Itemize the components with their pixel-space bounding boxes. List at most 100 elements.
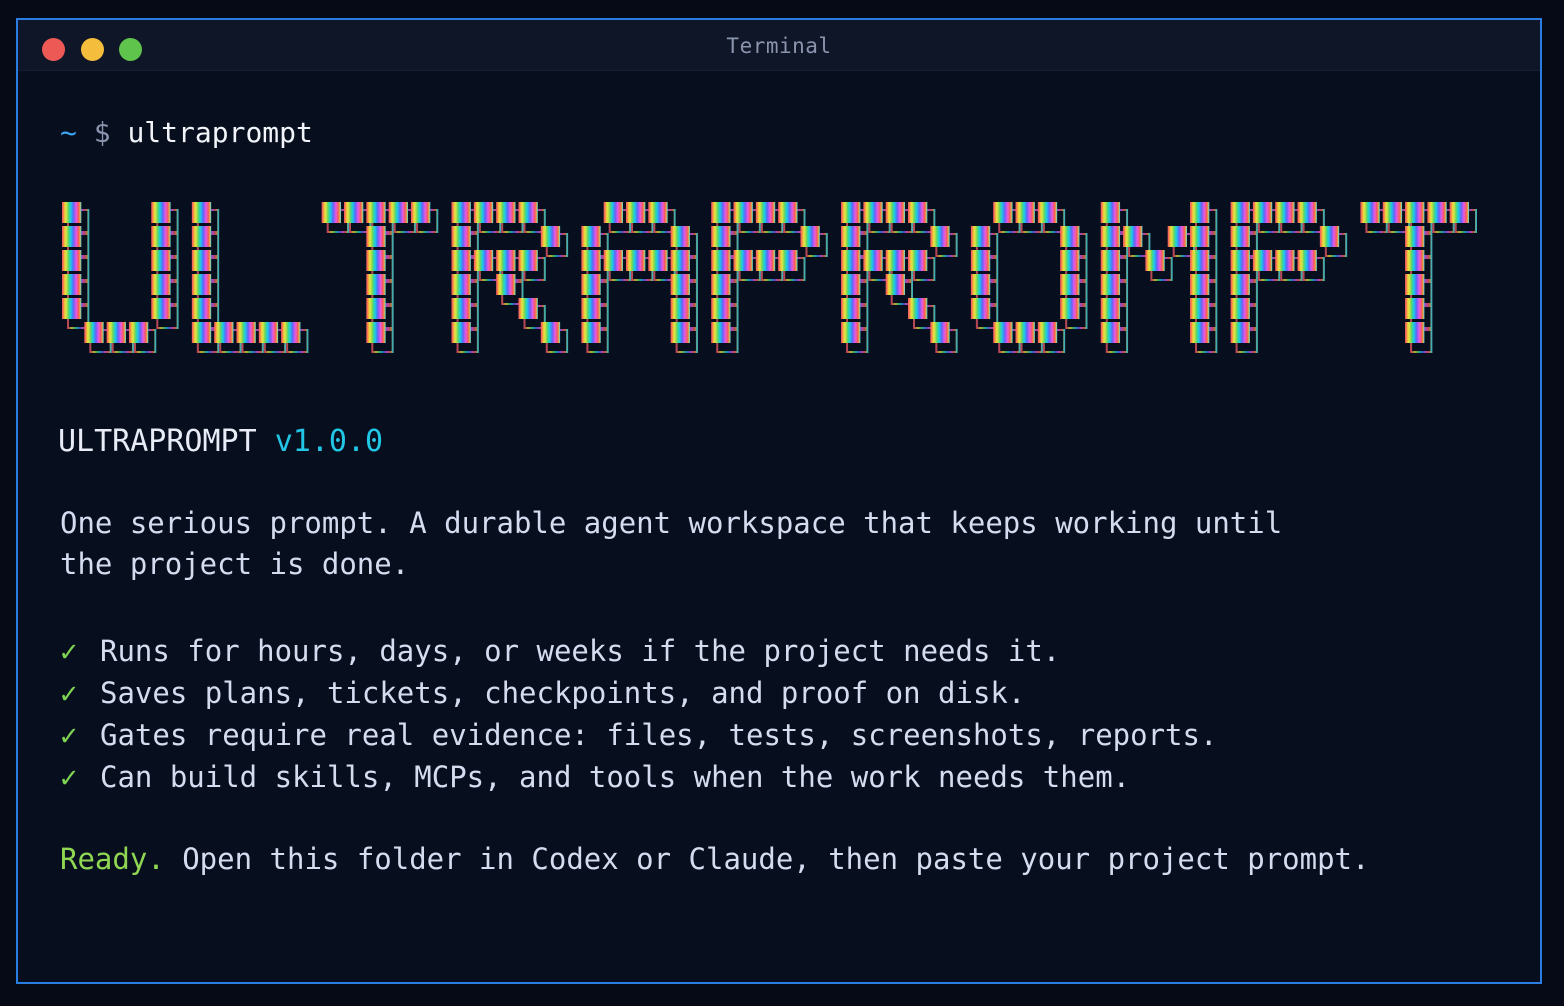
banner-block	[648, 202, 668, 223]
banner-block	[1060, 250, 1080, 271]
banner-block	[540, 322, 561, 343]
banner-block	[191, 298, 212, 319]
banner-block	[1190, 274, 1210, 295]
checkmark-icon: ✓	[60, 718, 78, 752]
banner-block	[626, 202, 646, 223]
banner-block	[733, 250, 753, 271]
version-line: ULTRAPROMPT v1.0.0	[58, 424, 383, 459]
banner-block	[191, 274, 212, 295]
feature-checklist: ✓ Runs for hours, days, or weeks if the p…	[60, 630, 1217, 798]
prompt-dollar: $	[93, 116, 111, 149]
banner-block	[670, 250, 690, 271]
banner-block	[151, 226, 171, 247]
banner-block	[1190, 298, 1210, 319]
banner-block	[670, 226, 690, 247]
check-item: ✓ Can build skills, MCPs, and tools when …	[60, 756, 1217, 798]
banner-block	[410, 202, 431, 223]
banner-block	[258, 322, 279, 343]
banner-block	[1275, 250, 1295, 271]
banner-block	[970, 250, 991, 271]
checkmark-icon: ✓	[60, 760, 78, 794]
banner-block	[1060, 274, 1080, 295]
banner-block	[1297, 202, 1317, 223]
banner-block	[62, 250, 82, 271]
banner-block	[451, 322, 471, 343]
prompt-tilde: ~	[60, 116, 77, 149]
banner-block	[885, 274, 905, 295]
banner-block	[366, 274, 386, 295]
banner-block	[1060, 298, 1080, 319]
command-prompt-line: ~ $ ultraprompt	[60, 116, 313, 149]
banner-block	[1100, 298, 1121, 319]
banner-block	[388, 202, 408, 223]
ascii-banner	[62, 198, 1482, 380]
banner-block	[366, 322, 386, 343]
check-item: ✓ Saves plans, tickets, checkpoints, and …	[60, 672, 1217, 714]
banner-block	[1297, 250, 1317, 271]
banner-block	[1167, 226, 1187, 247]
description-line: One serious prompt. A durable agent work…	[60, 506, 1283, 540]
banner-block	[518, 202, 538, 223]
window-title: Terminal	[726, 34, 832, 58]
banner-block	[885, 202, 905, 223]
banner-block	[1145, 250, 1165, 271]
banner-block	[496, 250, 516, 271]
banner-block	[344, 202, 364, 223]
banner-block	[191, 322, 212, 343]
banner-block	[581, 250, 601, 271]
banner-block	[1015, 202, 1035, 223]
banner-block	[1100, 202, 1121, 223]
banner-block	[711, 226, 731, 247]
banner-block	[281, 322, 301, 343]
banner-block	[451, 274, 471, 295]
banner-block	[1190, 226, 1210, 247]
banner-block	[151, 274, 171, 295]
banner-block	[1015, 322, 1035, 343]
banner-block	[1100, 274, 1121, 295]
banner-block	[1100, 250, 1121, 271]
banner-block	[841, 250, 861, 271]
banner-block	[970, 226, 991, 247]
terminal-window: Terminal ~ $ ultraprompt ULTRAPROMPT v1.…	[16, 18, 1542, 984]
app-version: v1.0.0	[274, 424, 384, 459]
banner-block	[1252, 250, 1273, 271]
banner-block	[670, 274, 690, 295]
banner-block	[755, 202, 776, 223]
banner-block	[1319, 226, 1340, 247]
description: One serious prompt. A durable agent work…	[60, 503, 1282, 585]
banner-block	[603, 250, 623, 271]
banner-block	[1230, 250, 1250, 271]
banner-block	[1123, 226, 1143, 247]
banner-block	[1405, 250, 1425, 271]
prompt-command: ultraprompt	[127, 116, 313, 149]
banner-block	[970, 298, 991, 319]
banner-block	[581, 226, 601, 247]
banner-block	[62, 298, 82, 319]
check-item: ✓ Gates require real evidence: files, tes…	[60, 714, 1217, 756]
banner-block	[1405, 274, 1425, 295]
banner-block	[1230, 298, 1250, 319]
banner-block	[908, 298, 928, 319]
banner-block	[841, 202, 861, 223]
banner-block	[778, 250, 798, 271]
banner-block	[1190, 202, 1210, 223]
banner-block	[214, 322, 234, 343]
banner-block	[930, 322, 950, 343]
banner-block	[151, 298, 171, 319]
banner-block	[841, 226, 861, 247]
banner-block	[151, 250, 171, 271]
banner-block	[496, 202, 516, 223]
banner-block	[191, 226, 212, 247]
banner-block	[1037, 322, 1058, 343]
check-item: ✓ Runs for hours, days, or weeks if the p…	[60, 630, 1217, 672]
banner-block	[626, 250, 646, 271]
banner-block	[540, 226, 561, 247]
banner-block	[321, 202, 341, 223]
banner-block	[1190, 250, 1210, 271]
banner-block	[581, 274, 601, 295]
banner-block	[711, 250, 731, 271]
ready-line: Ready. Open this folder in Codex or Clau…	[60, 842, 1369, 876]
banner-block	[1230, 226, 1250, 247]
banner-block	[1427, 202, 1447, 223]
banner-block	[841, 274, 861, 295]
